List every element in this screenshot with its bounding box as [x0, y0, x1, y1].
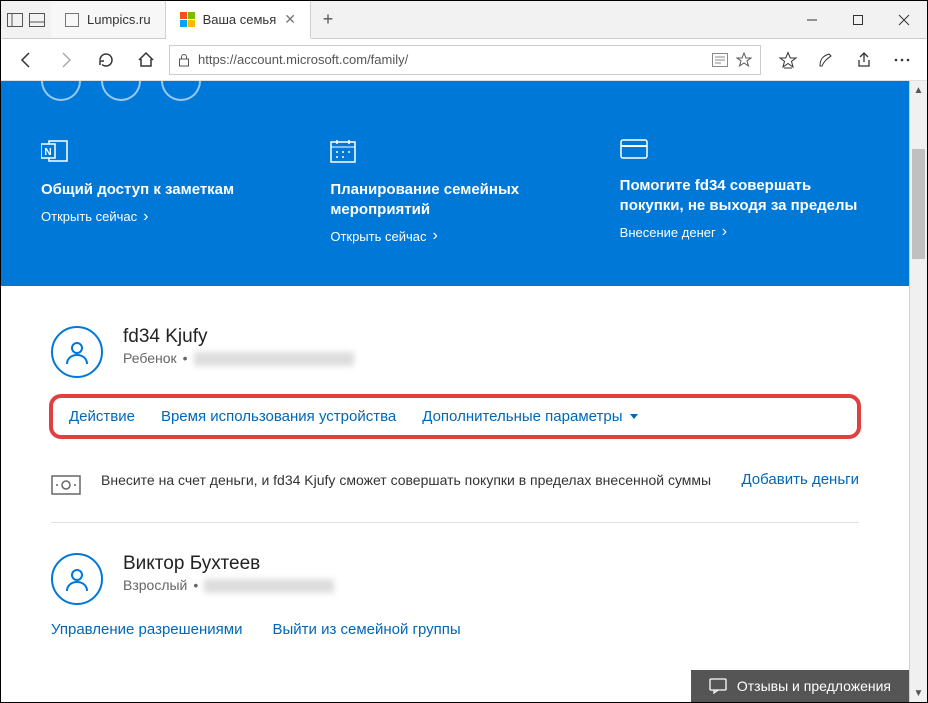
banner-link-open[interactable]: Открыть сейчас	[41, 208, 149, 226]
action-permissions[interactable]: Управление разрешениями	[51, 621, 242, 638]
toolbar-right	[771, 43, 919, 77]
home-button[interactable]	[129, 43, 163, 77]
add-money-row: Внесите на счет деньги, и fd34 Kjufy смо…	[51, 459, 859, 523]
window-controls	[789, 1, 927, 38]
titlebar-left-icons	[1, 1, 51, 38]
back-button[interactable]	[9, 43, 43, 77]
microsoft-icon	[180, 12, 195, 27]
banner-title: Планирование семейных мероприятий	[330, 180, 579, 219]
notes-button[interactable]	[809, 43, 843, 77]
member-role: Ребенок•	[123, 350, 354, 366]
scroll-up-icon[interactable]: ▲	[910, 81, 927, 99]
page-content: N Общий доступ к заметкам Открыть сейчас…	[1, 81, 909, 702]
tab-title: Lumpics.ru	[87, 12, 151, 27]
vertical-scrollbar[interactable]: ▲ ▼	[909, 81, 927, 702]
banner-decor	[1, 81, 909, 111]
share-button[interactable]	[847, 43, 881, 77]
scroll-thumb[interactable]	[912, 149, 925, 259]
reader-icon[interactable]	[712, 53, 728, 67]
svg-text:N: N	[44, 147, 51, 158]
banner-title: Общий доступ к заметкам	[41, 180, 290, 200]
banner-title: Помогите fd34 совершать покупки, не выхо…	[620, 176, 869, 215]
banner-col-notes: N Общий доступ к заметкам Открыть сейчас	[41, 139, 290, 246]
feature-banner: N Общий доступ к заметкам Открыть сейчас…	[1, 111, 909, 286]
star-icon[interactable]	[736, 52, 752, 68]
lock-icon	[178, 53, 190, 67]
minimize-button[interactable]	[789, 1, 835, 38]
url-text: https://account.microsoft.com/family/	[198, 52, 704, 67]
feedback-label: Отзывы и предложения	[737, 678, 891, 694]
banner-col-calendar: Планирование семейных мероприятий Открыт…	[330, 139, 579, 246]
member-role: Взрослый•	[123, 577, 334, 593]
avatar	[51, 326, 103, 378]
favorites-button[interactable]	[771, 43, 805, 77]
window-titlebar: Lumpics.ru Ваша семья ✕ +	[1, 1, 927, 39]
page-icon	[65, 13, 79, 27]
maximize-button[interactable]	[835, 1, 881, 38]
add-money-link[interactable]: Добавить деньги	[741, 471, 859, 488]
address-bar: https://account.microsoft.com/family/	[1, 39, 927, 81]
forward-button[interactable]	[49, 43, 83, 77]
banner-link-money[interactable]: Внесение денег	[620, 223, 727, 241]
money-text: Внесите на счет деньги, и fd34 Kjufy смо…	[101, 471, 723, 491]
new-tab-button[interactable]: +	[311, 1, 345, 38]
action-screentime[interactable]: Время использования устройства	[161, 408, 396, 425]
close-window-button[interactable]	[881, 1, 927, 38]
calendar-icon	[330, 139, 579, 168]
panel-icon[interactable]	[29, 13, 45, 27]
blurred-email	[204, 579, 334, 593]
banner-link-open[interactable]: Открыть сейчас	[330, 227, 438, 245]
action-more-dropdown[interactable]: Дополнительные параметры	[422, 408, 638, 425]
tab-lumpics[interactable]: Lumpics.ru	[51, 1, 166, 38]
member-name: Виктор Бухтеев	[123, 553, 334, 575]
member-name: fd34 Kjufy	[123, 326, 354, 348]
sidebar-icon[interactable]	[7, 13, 23, 27]
scroll-down-icon[interactable]: ▼	[910, 684, 927, 702]
refresh-button[interactable]	[89, 43, 123, 77]
onenote-icon: N	[41, 139, 290, 168]
feedback-button[interactable]: Отзывы и предложения	[691, 670, 909, 702]
chat-icon	[709, 678, 727, 694]
menu-button[interactable]	[885, 43, 919, 77]
browser-tabs: Lumpics.ru Ваша семья ✕ +	[51, 1, 789, 38]
action-leave-family[interactable]: Выйти из семейной группы	[272, 621, 460, 638]
tab-family[interactable]: Ваша семья ✕	[166, 1, 311, 39]
member-child: fd34 Kjufy Ребенок•	[51, 326, 859, 378]
action-activity[interactable]: Действие	[69, 408, 135, 425]
banner-col-payments: Помогите fd34 совершать покупки, не выхо…	[620, 139, 869, 246]
family-members: fd34 Kjufy Ребенок• Действие Время испол…	[1, 286, 909, 638]
close-icon[interactable]: ✕	[284, 11, 296, 28]
card-icon	[620, 139, 869, 164]
url-input[interactable]: https://account.microsoft.com/family/	[169, 45, 761, 75]
money-icon	[51, 471, 83, 500]
tab-title: Ваша семья	[203, 12, 277, 27]
blurred-email	[194, 352, 354, 366]
avatar	[51, 553, 103, 605]
member-actions-highlighted: Действие Время использования устройства …	[49, 394, 861, 439]
adult-actions: Управление разрешениями Выйти из семейно…	[51, 621, 859, 638]
member-adult: Виктор Бухтеев Взрослый•	[51, 553, 859, 605]
